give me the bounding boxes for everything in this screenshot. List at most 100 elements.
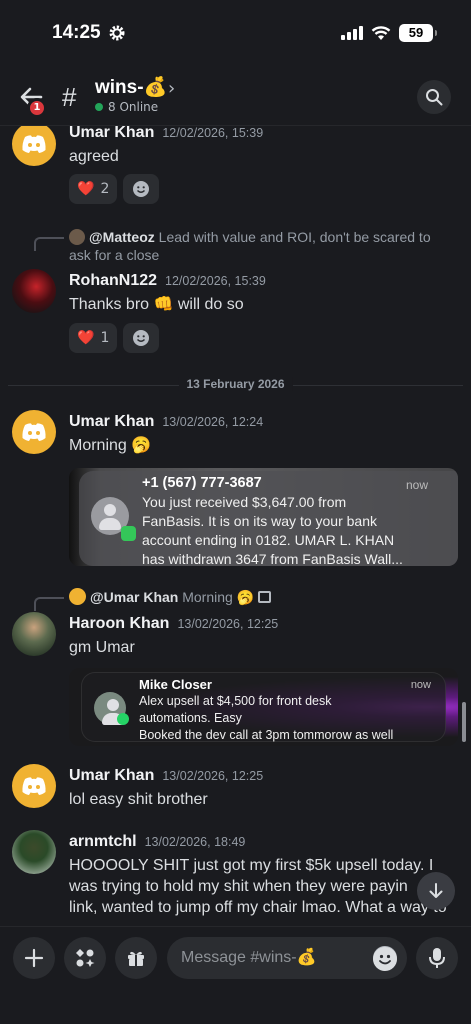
reaction-count: 1 (100, 330, 110, 346)
avatar[interactable] (12, 269, 56, 313)
notification-line: Booked the dev call at 3pm tommorow as w… (139, 728, 394, 742)
avatar[interactable] (12, 764, 56, 808)
online-count-label: 8 Online (108, 100, 159, 114)
reaction-count: 2 (100, 181, 110, 197)
message-text: Morning 🥱 (69, 437, 152, 454)
discord-logo-icon (22, 135, 46, 153)
notification-line: You just received $3,647.00 from (142, 494, 347, 510)
reply-text-cont: ask for a close (69, 247, 160, 263)
heart-icon: ❤️ (77, 181, 95, 197)
message-author[interactable]: Umar Khan 13/02/2026, 12:25 (69, 767, 263, 785)
whatsapp-icon (117, 713, 129, 725)
notification-line: automations. Easy (139, 711, 242, 725)
message-author[interactable]: Umar Khan 12/02/2026, 15:39 (69, 126, 263, 142)
message-author[interactable]: arnmtchl 13/02/2026, 18:49 (69, 833, 245, 851)
author-name[interactable]: arnmtchl (69, 833, 137, 850)
emoji-button[interactable] (373, 946, 397, 971)
message-composer: Message #wins-💰 (0, 926, 471, 1024)
notification-card: +1 (567) 777-3687 now You just received … (79, 471, 458, 566)
notification-card: Mike Closer now Alex upsell at $4,500 fo… (81, 672, 446, 742)
add-reaction-button[interactable] (123, 174, 160, 204)
online-count: 8 Online (95, 100, 158, 114)
author-name[interactable]: Umar Khan (69, 413, 154, 430)
notification-line: has withdrawn 3647 from FanBasis Wall... (142, 551, 403, 566)
reply-preview[interactable]: @Umar Khan Morning 🥱 (69, 588, 272, 606)
jump-to-bottom-button[interactable] (417, 872, 455, 910)
message-author[interactable]: Haroon Khan 13/02/2026, 12:25 (69, 615, 278, 633)
channel-name[interactable]: wins-💰 (95, 75, 167, 99)
heart-icon: ❤️ (77, 330, 95, 346)
author-name[interactable]: RohanN122 (69, 272, 157, 289)
reaction-heart[interactable]: ❤️ 1 (69, 323, 118, 353)
message-input[interactable]: Message #wins-💰 (167, 937, 407, 979)
apps-icon (76, 949, 95, 967)
voice-message-button[interactable] (416, 937, 458, 979)
gear-icon (109, 25, 125, 41)
add-attachment-button[interactable] (13, 937, 55, 979)
reaction-heart[interactable]: ❤️ 2 (69, 174, 118, 204)
message-text: agreed (69, 148, 119, 165)
avatar[interactable] (12, 830, 56, 874)
date-divider: 13 February 2026 (8, 377, 463, 391)
message-line: link, wanted to jump off my chair lmao. … (69, 899, 447, 916)
add-reaction-button[interactable] (123, 323, 160, 353)
message-text: Thanks bro 👊 will do so (69, 296, 244, 313)
avatar[interactable] (12, 612, 56, 656)
message-text: HOOOOLY SHIT just got my first $5k upsel… (69, 855, 464, 918)
message-text: lol easy shit brother (69, 791, 208, 808)
reply-connector (34, 597, 64, 611)
message-author[interactable]: Umar Khan 13/02/2026, 12:24 (69, 413, 263, 431)
microphone-icon (429, 948, 445, 968)
avatar[interactable] (12, 126, 56, 166)
author-name[interactable]: Umar Khan (69, 126, 154, 141)
notification-line: Alex upsell at $4,500 for front desk (139, 694, 332, 708)
search-icon (426, 89, 443, 106)
wifi-icon (371, 25, 391, 40)
signal-icon (341, 26, 363, 40)
notification-body: Alex upsell at $4,500 for front desk aut… (139, 693, 393, 744)
reply-avatar-icon (69, 588, 86, 605)
hash-icon: # (62, 82, 77, 112)
author-name[interactable]: Haroon Khan (69, 615, 169, 632)
smiley-icon (133, 330, 150, 346)
search-button[interactable] (417, 80, 451, 114)
message-text: gm Umar (69, 639, 135, 656)
gift-button[interactable] (115, 937, 157, 979)
unread-badge: 1 (27, 98, 47, 118)
notification-line: account ending in 0182. UMAR L. KHAN (142, 532, 395, 548)
timestamp: 13/02/2026, 12:25 (162, 769, 264, 783)
notification-body: You just received $3,647.00 from FanBasi… (142, 493, 403, 566)
apps-button[interactable] (64, 937, 106, 979)
message-line: was trying to hold my shit when they wer… (69, 878, 408, 895)
notification-line: FanBasis. It is on its way to your bank (142, 513, 377, 529)
chevron-right-icon[interactable]: › (168, 78, 175, 99)
timestamp: 13/02/2026, 12:25 (177, 617, 279, 631)
avatar[interactable] (12, 410, 56, 454)
reactions: ❤️ 2 (69, 174, 160, 204)
timestamp: 13/02/2026, 12:24 (162, 415, 264, 429)
image-attachment[interactable]: +1 (567) 777-3687 now You just received … (69, 468, 458, 566)
status-time: 14:25 (52, 22, 101, 43)
reply-author: @Matteoz (89, 229, 155, 245)
timestamp: 12/02/2026, 15:39 (165, 274, 266, 288)
plus-icon (24, 948, 44, 968)
author-name[interactable]: Umar Khan (69, 767, 154, 784)
discord-logo-icon (22, 777, 46, 795)
reply-text: Morning 🥱 (182, 589, 255, 605)
status-bar: 14:25 59 (0, 0, 471, 70)
notification-title: +1 (567) 777-3687 (142, 475, 262, 491)
message-author[interactable]: RohanN122 12/02/2026, 15:39 (69, 272, 266, 290)
notification-title: Mike Closer (139, 677, 212, 692)
scrollbar[interactable] (462, 702, 466, 742)
arrow-down-icon (429, 883, 443, 898)
reply-text: Lead with value and ROI, don't be scared… (158, 229, 431, 245)
reply-preview[interactable]: @Matteoz Lead with value and ROI, don't … (69, 228, 431, 264)
date-divider-label: 13 February 2026 (178, 377, 293, 391)
reactions: ❤️ 1 (69, 323, 160, 353)
message-list[interactable]: Umar Khan 12/02/2026, 15:39 agreed ❤️ 2 @M… (0, 126, 471, 926)
messages-app-icon (121, 526, 136, 541)
notification-time: now (410, 679, 431, 691)
gift-icon (128, 951, 144, 966)
image-attachment[interactable]: Mike Closer now Alex upsell at $4,500 fo… (69, 668, 458, 746)
message-input-placeholder: Message #wins-💰 (181, 949, 317, 966)
